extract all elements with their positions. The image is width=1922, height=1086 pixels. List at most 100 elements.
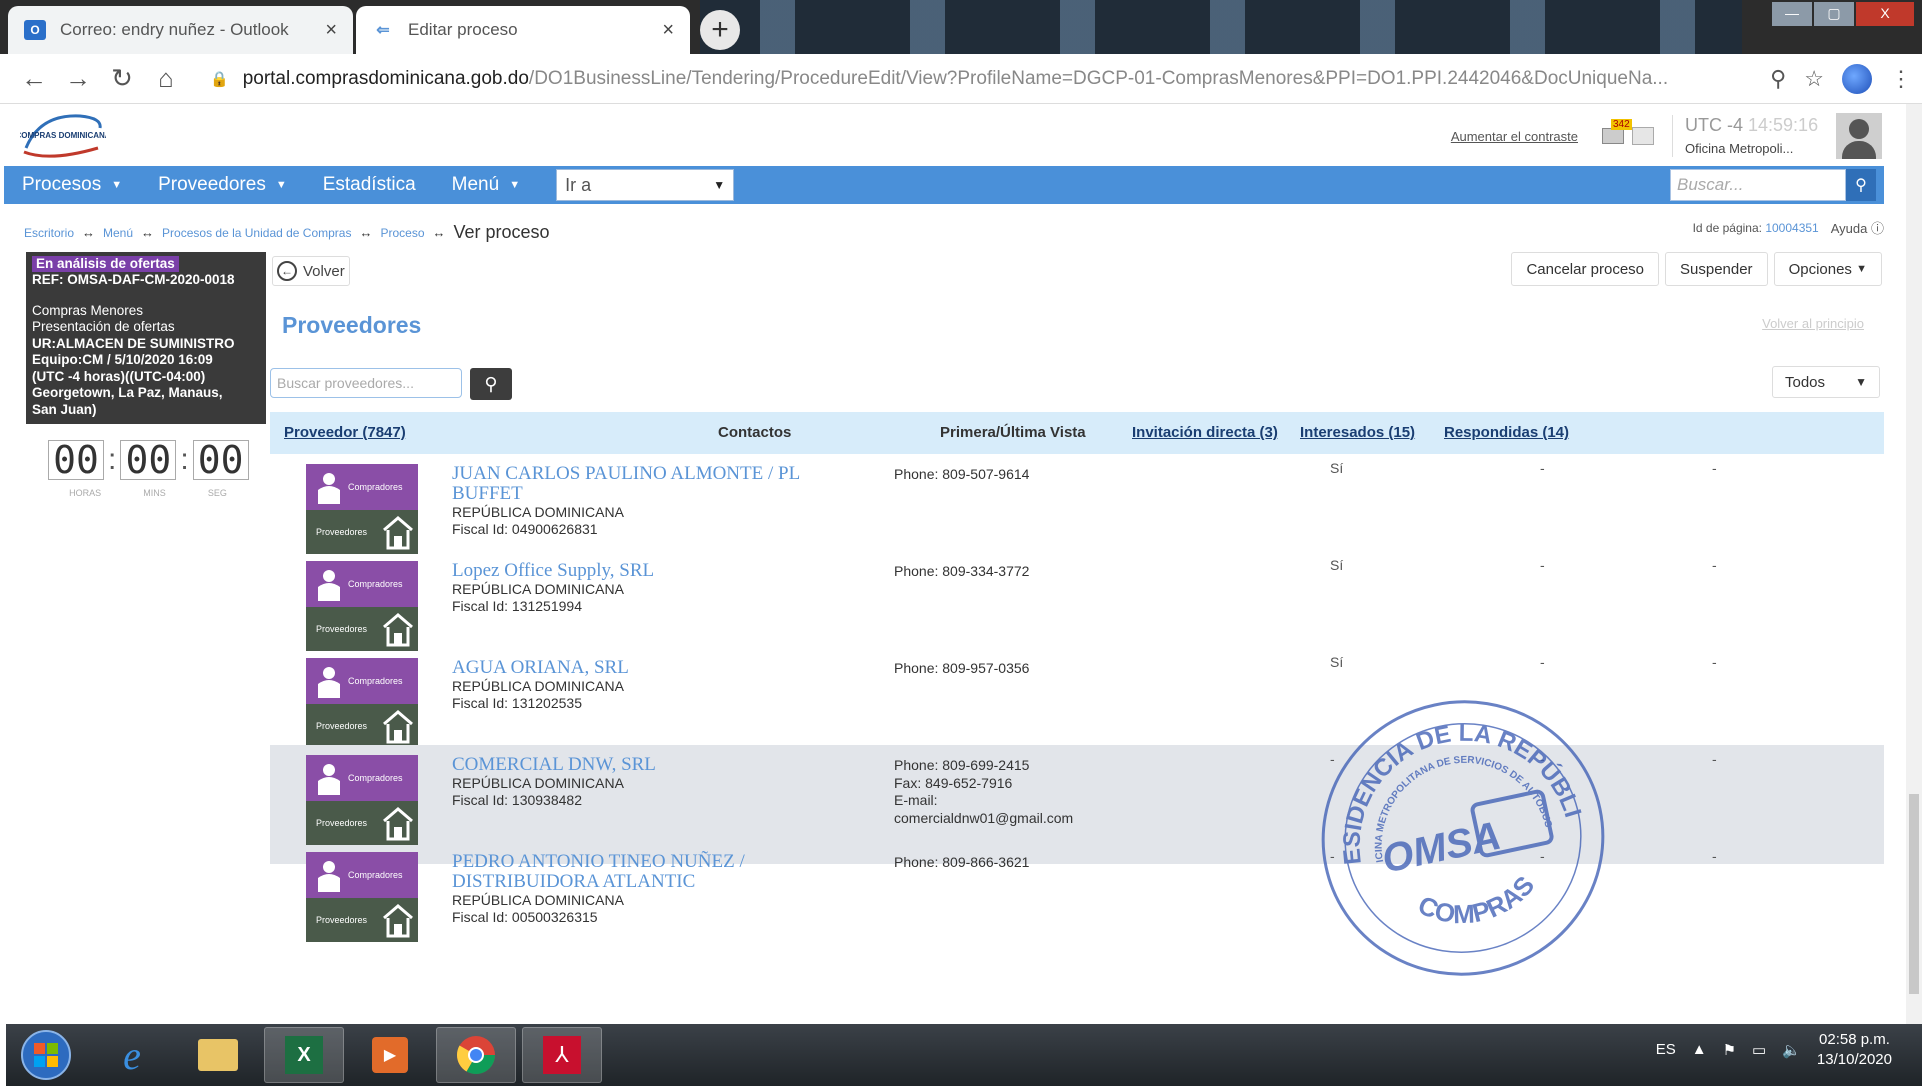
back-to-top-link[interactable]: Volver al principio [1762,316,1864,331]
person-icon [318,570,340,601]
search-icon[interactable]: ⚲ [470,368,512,400]
back-circle-icon: ← [277,261,297,281]
col-responded[interactable]: Respondidas (14) [1444,424,1569,441]
url-host: portal.comprasdominicana.gob.do [242,68,529,89]
compras-dominicana-logo[interactable]: COMPRAS DOMINICANA [20,108,106,164]
provider-name-link[interactable]: COMERCIAL DNW, SRL [452,755,812,775]
page-id-label: Id de página: [1692,220,1762,235]
media-play-icon: ▶ [372,1037,408,1073]
col-invitation[interactable]: Invitación directa (3) [1132,424,1278,441]
status-badge: En análisis de ofertas [32,256,179,273]
file-explorer-taskbar[interactable] [178,1027,258,1083]
scrollbar-thumb[interactable] [1909,794,1919,994]
search-icon[interactable]: ⚲ [1846,169,1876,201]
tab-editar-proceso[interactable]: ⇐ Editar proceso × [356,6,690,54]
profile-avatar-icon[interactable] [1842,64,1872,94]
breadcrumb-current: Ver proceso [453,222,550,242]
breadcrumb: Escritorio ↔ Menú ↔ Procesos de la Unidad … [24,222,550,243]
maximize-button[interactable]: ▢ [1814,2,1854,26]
person-icon [318,667,340,698]
calendar-icon[interactable] [1632,127,1654,145]
nav-proveedores[interactable]: Proveedores ▼ [158,174,287,196]
office-name[interactable]: Oficina Metropoli... [1685,141,1822,157]
tray-expand-icon[interactable]: ▲ [1692,1041,1707,1058]
nav-procesos[interactable]: Procesos ▼ [22,174,122,196]
provider-thumbnail[interactable]: Compradores Proveedores [306,464,418,554]
provider-info: COMERCIAL DNW, SRL REPÚBLICA DOMINICANA … [452,755,812,810]
provider-country: REPÚBLICA DOMINICANA [452,774,624,791]
provider-name-link[interactable]: PEDRO ANTONIO TINEO NUÑEZ / DISTRIBUIDOR… [452,852,812,892]
goto-select[interactable]: Ir a ▼ [556,169,735,201]
zoom-icon[interactable]: ⚲ [1770,66,1786,92]
person-icon [318,764,340,795]
chevron-down-icon: ▼ [1855,375,1867,389]
contact-line: Phone: 809-866-3621 [894,854,1030,870]
forward-arrow-icon[interactable]: → [56,63,100,94]
back-button[interactable]: ← Volver [272,256,350,286]
cancel-process-button[interactable]: Cancelar proceso [1511,252,1659,286]
contrast-link[interactable]: Aumentar el contraste [1451,129,1578,144]
taskbar-clock[interactable]: 02:58 p.m. 13/10/2020 [1817,1030,1892,1069]
back-arrow-icon[interactable]: ← [12,63,56,94]
start-button[interactable] [6,1027,86,1083]
menu-kebab-icon[interactable]: ⋮ [1890,66,1912,92]
provider-thumbnail[interactable]: Compradores Proveedores [306,852,418,942]
interested-cell: - [1540,751,1545,767]
back-label: Volver [303,262,345,280]
reload-icon[interactable]: ↻ [100,63,144,94]
provider-name-link[interactable]: JUAN CARLOS PAULINO ALMONTE / PL BUFFET [452,464,812,504]
contact-line: E-mail: [894,792,938,808]
user-avatar[interactable] [1836,113,1882,159]
breadcrumb-menu[interactable]: Menú [103,226,133,240]
media-player-taskbar[interactable]: ▶ [350,1027,430,1083]
provider-thumbnail[interactable]: Compradores Proveedores [306,561,418,651]
messages-icon[interactable]: 342 [1602,119,1632,144]
provider-thumbnail[interactable]: Compradores Proveedores [306,755,418,845]
network-icon[interactable]: ▭ [1752,1041,1766,1059]
house-icon [383,516,413,550]
close-tab-icon[interactable]: × [662,19,674,42]
interested-cell: - [1540,848,1545,864]
global-search-input[interactable]: Buscar... [1670,169,1846,201]
action-center-flag-icon[interactable]: ⚑ [1723,1041,1736,1059]
bookmark-star-icon[interactable]: ☆ [1804,66,1824,92]
goto-placeholder: Ir a [565,174,592,195]
nav-estadistica[interactable]: Estadística [323,174,416,196]
language-indicator[interactable]: ES [1656,1041,1676,1058]
process-timezone-cities: Georgetown, La Paz, Manaus, [32,385,223,401]
url-field[interactable]: 🔒 portal.comprasdominicana.gob.do/DO1Bus… [210,62,1782,96]
nav-menu[interactable]: Menú ▼ [452,174,520,196]
interested-cell: - [1540,460,1545,476]
volume-icon[interactable]: 🔈 [1782,1041,1801,1059]
minimize-button[interactable]: — [1772,2,1812,26]
page-id-value: 10004351 [1765,220,1819,235]
provider-name-link[interactable]: AGUA ORIANA, SRL [452,658,812,678]
provider-info: JUAN CARLOS PAULINO ALMONTE / PL BUFFET … [452,464,812,539]
internet-explorer-taskbar[interactable]: e [92,1027,172,1083]
tab-label: Correo: endry nuñez - Outlook [60,20,289,39]
options-button[interactable]: Opciones ▼ [1773,252,1882,286]
page-scrollbar[interactable] [1906,104,1922,1024]
breadcrumb-proceso[interactable]: Proceso [380,226,424,240]
help-link[interactable]: Ayuda ⓘ [1831,218,1884,237]
col-provider[interactable]: Proveedor (7847) [284,424,406,441]
breadcrumb-procesos[interactable]: Procesos de la Unidad de Compras [162,226,351,240]
close-tab-icon[interactable]: × [325,19,337,42]
provider-thumbnail[interactable]: Compradores Proveedores [306,658,418,748]
suspend-button[interactable]: Suspender [1665,252,1768,286]
new-tab-button[interactable]: + [700,10,740,50]
acrobat-taskbar[interactable]: ⅄ [522,1027,602,1083]
tab-outlook[interactable]: O Correo: endry nuñez - Outlook × [8,6,353,54]
close-window-button[interactable]: X [1856,2,1914,26]
invitation-cell: Sí [1330,557,1344,573]
chrome-taskbar[interactable] [436,1027,516,1083]
col-interested[interactable]: Interesados (15) [1300,424,1415,441]
home-icon[interactable]: ⌂ [144,63,188,94]
breadcrumb-escritorio[interactable]: Escritorio [24,226,74,240]
provider-contact: Phone: 809-507-9614 [894,466,1029,484]
excel-taskbar[interactable]: X [264,1027,344,1083]
provider-name-link[interactable]: Lopez Office Supply, SRL [452,561,812,581]
filter-select[interactable]: Todos ▼ [1772,366,1880,398]
provider-search-input[interactable]: Buscar proveedores... [270,368,462,398]
responded-cell: - [1712,460,1717,476]
